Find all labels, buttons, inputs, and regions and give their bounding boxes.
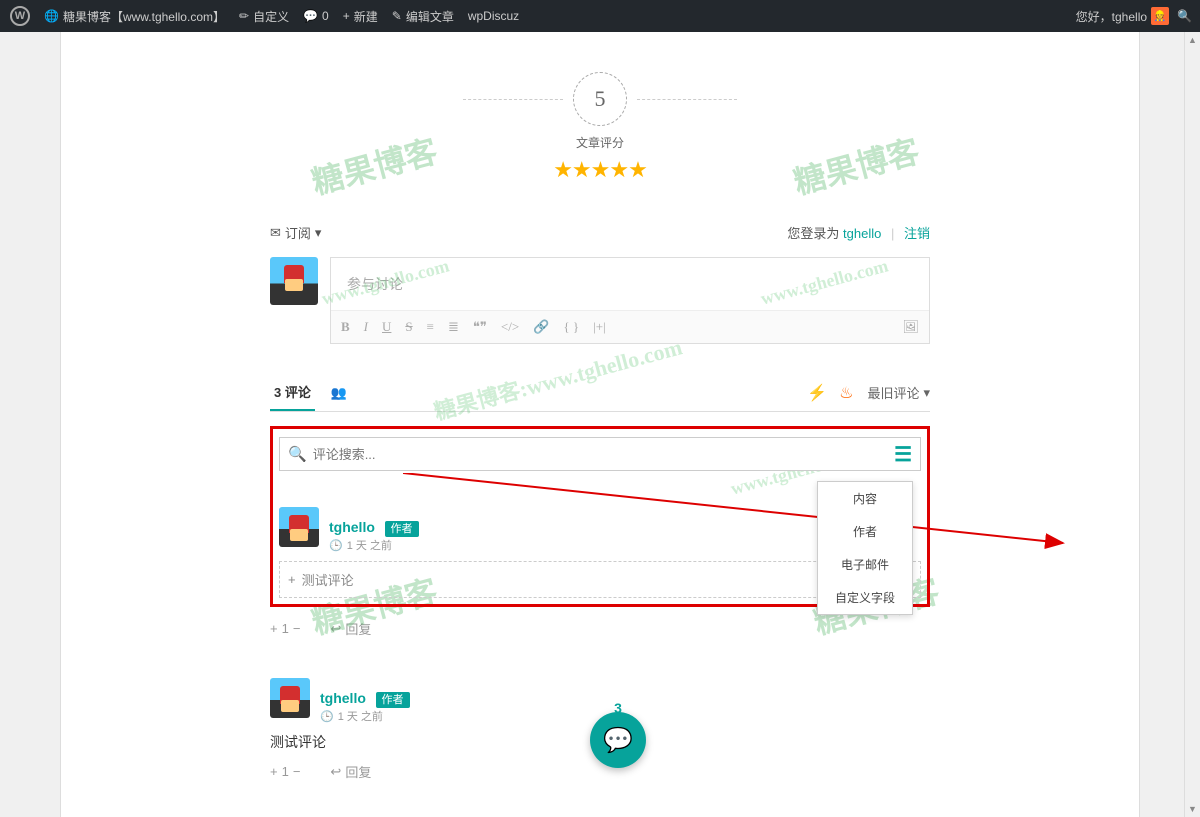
underline-button[interactable]: U	[382, 319, 391, 335]
editor-toolbar: B I U S ≡ ≣ ❝❞ </> 🔗 { } |+| 🖼	[331, 310, 929, 343]
customize-link[interactable]: ✏ 自定义	[239, 8, 289, 25]
comments-link[interactable]: 💬 0	[303, 9, 329, 23]
comment-textarea[interactable]: 参与讨论	[331, 258, 929, 310]
page-content: 糖果博客 糖果博客 www.tghello.com www.tghello.co…	[60, 32, 1140, 817]
wp-admin-bar: W 🌐 糖果博客【www.tghello.com】 ✏ 自定义 💬 0 + 新建…	[0, 0, 1200, 32]
comment-tabs: 3 评论 👥 ⚡ ♨ 最旧评论 ▾	[270, 374, 930, 412]
author-badge: 作者	[385, 521, 419, 537]
login-info: 您登录为 tghello | 注销	[787, 223, 930, 242]
reply-icon: ↩	[330, 764, 341, 780]
search-icon: 🔍	[288, 445, 307, 463]
downvote-button[interactable]: −	[293, 621, 301, 636]
float-badge: 3	[614, 700, 622, 716]
comment-avatar	[270, 678, 310, 718]
username-link[interactable]: tghello	[843, 226, 881, 241]
ul-button[interactable]: ≣	[448, 319, 459, 335]
comment-search[interactable]: 🔍 ☰	[279, 437, 921, 471]
link-button[interactable]: 🔗	[533, 319, 549, 335]
clock-icon: 🕒	[320, 710, 334, 723]
vote-count: 1	[282, 621, 289, 636]
comment-editor[interactable]: 参与讨论 B I U S ≡ ≣ ❝❞ </> 🔗 { } |+| 🖼	[330, 257, 930, 344]
comment-avatar	[279, 507, 319, 547]
quote-button[interactable]: ❝❞	[473, 319, 487, 335]
reply-icon: ↩	[330, 621, 341, 637]
rating-label: 文章评分	[270, 134, 930, 151]
downvote-button[interactable]: −	[293, 764, 301, 779]
image-button[interactable]: 🖼	[902, 319, 919, 335]
search-dropdown: 内容 作者 电子邮件 自定义字段	[817, 481, 913, 615]
subscribe-link[interactable]: ✉ 订阅 ▾	[270, 223, 321, 242]
site-name[interactable]: 🌐 糖果博客【www.tghello.com】	[44, 8, 225, 25]
reply-button[interactable]: ↩ 回复	[330, 619, 371, 638]
user-avatar	[270, 257, 318, 305]
author-badge: 作者	[376, 692, 410, 708]
highlight-box: 🔍 ☰ 内容 作者 电子邮件 自定义字段 tghello 作者	[270, 426, 930, 607]
upvote-button[interactable]: +	[270, 621, 278, 636]
dropdown-item-email[interactable]: 电子邮件	[818, 548, 912, 581]
rating-block: 5 文章评分 ★★★★★	[270, 72, 930, 183]
hamburger-icon[interactable]: ☰	[894, 442, 912, 467]
upvote-button[interactable]: +	[270, 764, 278, 779]
logout-link[interactable]: 注销	[904, 226, 930, 241]
search-input[interactable]	[313, 447, 894, 462]
tab-comments[interactable]: 3 评论	[270, 374, 315, 411]
tab-users-icon[interactable]: 👥	[331, 385, 347, 401]
dropdown-item-author[interactable]: 作者	[818, 515, 912, 548]
wpdiscuz-link[interactable]: wpDiscuz	[468, 9, 519, 23]
braces-button[interactable]: { }	[563, 319, 579, 335]
greeting[interactable]: 您好，tghello 👷	[1076, 7, 1169, 25]
vote-count: 1	[282, 764, 289, 779]
floating-comment-button[interactable]: 3 💬	[590, 712, 646, 768]
strike-button[interactable]: S	[405, 319, 412, 335]
rating-stars[interactable]: ★★★★★	[270, 157, 930, 183]
reply-button[interactable]: ↩ 回复	[330, 762, 371, 781]
plus-icon: +	[288, 572, 296, 587]
chat-icon: 💬	[603, 726, 633, 755]
italic-button[interactable]: I	[364, 319, 368, 335]
scrollbar[interactable]: ▲ ▼	[1184, 32, 1200, 817]
ol-button[interactable]: ≡	[427, 319, 434, 335]
dropdown-item-custom[interactable]: 自定义字段	[818, 581, 912, 614]
comment-actions: + 1 − ↩ 回复	[270, 619, 930, 638]
search-icon[interactable]: 🔍	[1177, 9, 1192, 23]
fire-icon[interactable]: ♨	[839, 383, 853, 403]
bold-button[interactable]: B	[341, 319, 350, 335]
edit-post-link[interactable]: ✎ 编辑文章	[392, 8, 454, 25]
wp-logo[interactable]: W	[10, 6, 30, 26]
new-link[interactable]: + 新建	[343, 8, 378, 25]
scroll-down[interactable]: ▼	[1185, 801, 1200, 817]
dropdown-item-content[interactable]: 内容	[818, 482, 912, 515]
comment-author[interactable]: tghello	[320, 690, 366, 706]
sort-dropdown[interactable]: 最旧评论 ▾	[867, 383, 930, 402]
plus-button[interactable]: |+|	[593, 319, 606, 335]
scroll-up[interactable]: ▲	[1185, 32, 1200, 48]
comment-author[interactable]: tghello	[329, 519, 375, 535]
clock-icon: 🕒	[329, 539, 343, 552]
bolt-icon[interactable]: ⚡	[807, 383, 827, 403]
code-button[interactable]: </>	[501, 319, 519, 335]
rating-score: 5	[573, 72, 627, 126]
